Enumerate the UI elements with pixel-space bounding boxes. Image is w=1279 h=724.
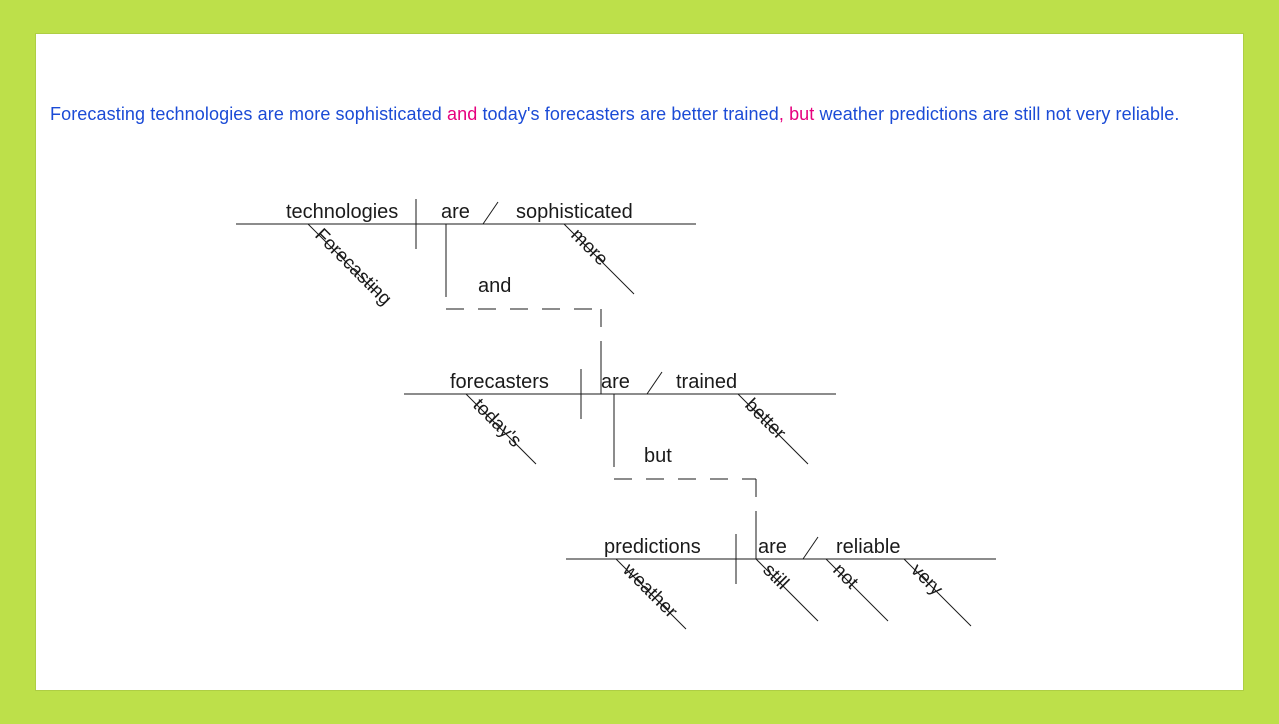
conj1-label: and — [478, 275, 511, 297]
c3-verb-mod: still — [758, 560, 792, 594]
c2-subject: forecasters — [450, 371, 549, 393]
c1-complement-mod: more — [566, 225, 611, 270]
clause-1: technologies are sophisticated Forecasti… — [236, 199, 696, 310]
clause-2: forecasters are trained today's better — [404, 369, 836, 464]
c2-complement: trained — [676, 371, 737, 393]
connector-2: but — [614, 394, 756, 559]
c3-subject: predictions — [604, 536, 701, 558]
conj2-label: but — [644, 445, 672, 467]
clause-3: predictions are reliable weather still n… — [566, 534, 996, 629]
diagram-page: Forecasting technologies are more sophis… — [36, 34, 1243, 690]
c1-verb: are — [441, 201, 470, 223]
c3-complement-mod-1: not — [828, 560, 862, 594]
c2-verb: are — [601, 371, 630, 393]
c3-subject-mod: weather — [618, 559, 682, 623]
c3-complement-mod-2: very — [906, 560, 947, 601]
sentence-diagram: technologies are sophisticated Forecasti… — [36, 34, 1243, 690]
c2-subject-mod: today's — [468, 395, 525, 452]
c1-subject-mod: Forecasting — [310, 225, 395, 310]
c3-complement: reliable — [836, 536, 900, 558]
c2-complement-mod: better — [740, 395, 790, 445]
c3-verb: are — [758, 536, 787, 558]
c1-subject: technologies — [286, 201, 398, 223]
c1-complement: sophisticated — [516, 201, 633, 223]
